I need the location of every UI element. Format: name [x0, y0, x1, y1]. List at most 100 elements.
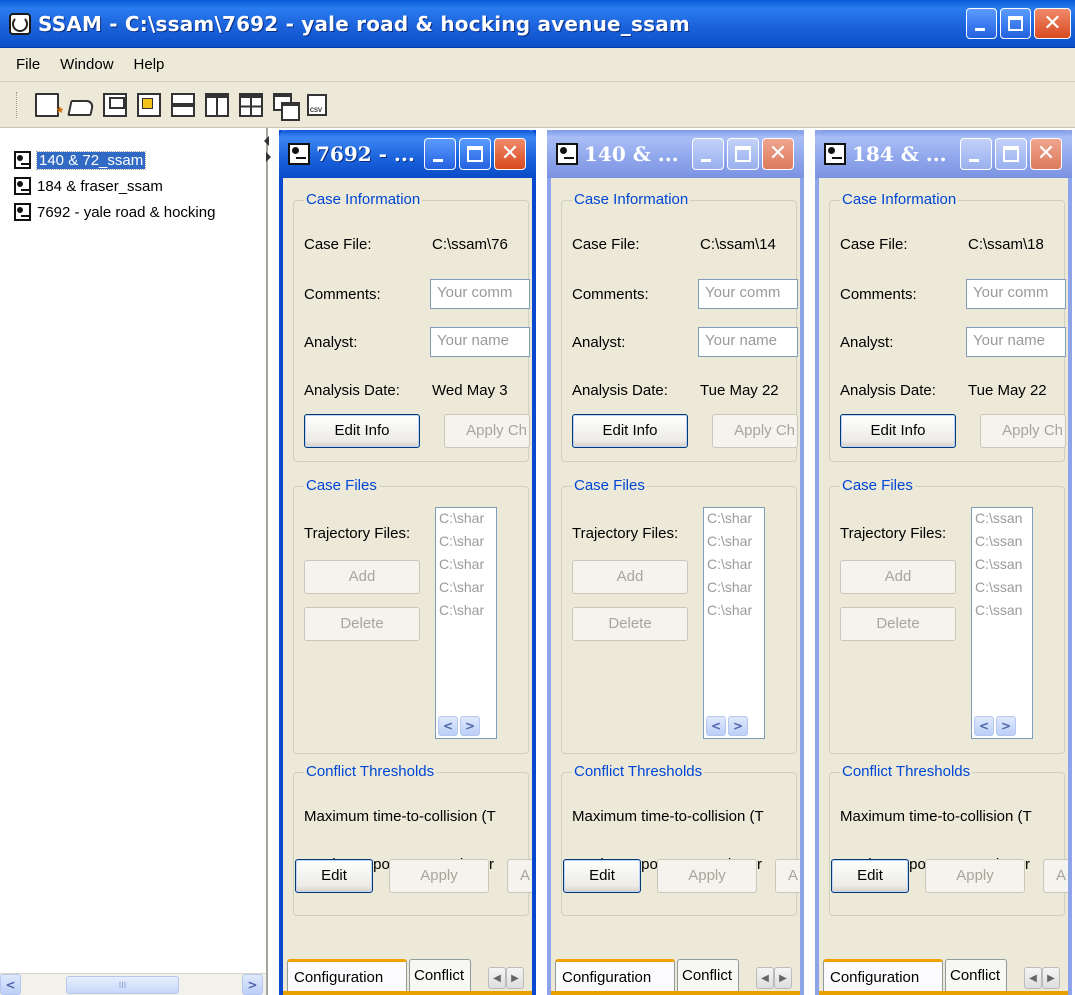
- window-minimize-button[interactable]: [692, 138, 724, 170]
- trajectory-files-list[interactable]: C:\shar C:\shar C:\shar C:\shar C:\shar …: [703, 507, 765, 739]
- list-scroll-left-button[interactable]: <: [706, 716, 726, 736]
- window-maximize-button[interactable]: [995, 138, 1027, 170]
- trajectory-file-item[interactable]: C:\ssan: [975, 533, 1022, 549]
- export-csv-icon[interactable]: [307, 93, 327, 116]
- list-horizontal-scrollbar[interactable]: < >: [436, 716, 496, 738]
- tab-scroll-left-button[interactable]: ◀: [756, 967, 774, 989]
- third-thresholds-button[interactable]: A: [775, 859, 800, 893]
- maximize-button[interactable]: [1000, 8, 1031, 39]
- menu-file[interactable]: File: [6, 56, 50, 73]
- trajectory-file-item[interactable]: C:\shar: [439, 533, 484, 549]
- case-window-184-fraser[interactable]: 184 & ... ✕ Case Information Case File: …: [815, 130, 1072, 995]
- window-minimize-button[interactable]: [424, 138, 456, 170]
- list-scroll-left-button[interactable]: <: [438, 716, 458, 736]
- delete-file-button[interactable]: Delete: [840, 607, 956, 641]
- edit-info-button[interactable]: Edit Info: [304, 414, 420, 448]
- tab-configuration[interactable]: Configuration: [555, 959, 675, 995]
- case-window-title-bar[interactable]: 184 & ... ✕: [815, 130, 1072, 178]
- case-window-icon[interactable]: [288, 143, 310, 165]
- scroll-right-button[interactable]: >: [242, 974, 263, 995]
- apply-thresholds-button[interactable]: Apply: [925, 859, 1025, 893]
- close-button[interactable]: ✕: [1034, 8, 1071, 39]
- trajectory-file-item[interactable]: C:\shar: [439, 556, 484, 572]
- analyst-input[interactable]: Your name: [430, 327, 530, 357]
- delete-file-button[interactable]: Delete: [304, 607, 420, 641]
- splitter-left-arrow[interactable]: [259, 136, 269, 146]
- edit-thresholds-button[interactable]: Edit: [295, 859, 373, 893]
- trajectory-file-item[interactable]: C:\shar: [439, 510, 484, 526]
- tree-item-140-72[interactable]: 140 & 72_ssam: [14, 148, 147, 172]
- case-window-7692[interactable]: 7692 - ... ✕ Case Information Case File:…: [279, 130, 536, 995]
- trajectory-file-item[interactable]: C:\ssan: [975, 510, 1022, 526]
- comments-input[interactable]: Your comm: [698, 279, 798, 309]
- tree-horizontal-scrollbar[interactable]: < III >: [0, 973, 266, 995]
- cascade-icon[interactable]: [273, 92, 300, 121]
- list-scroll-right-button[interactable]: >: [996, 716, 1016, 736]
- new-icon[interactable]: [35, 92, 63, 123]
- add-file-button[interactable]: Add: [840, 560, 956, 594]
- window-close-button[interactable]: ✕: [762, 138, 794, 170]
- tile-icon[interactable]: [137, 92, 161, 117]
- toolbar-grip[interactable]: [16, 91, 19, 118]
- scroll-thumb[interactable]: III: [66, 976, 179, 994]
- tab-conflicts[interactable]: Conflict: [677, 959, 739, 992]
- open-icon[interactable]: [67, 99, 95, 116]
- scroll-left-button[interactable]: <: [0, 974, 21, 995]
- window-maximize-button[interactable]: [727, 138, 759, 170]
- tab-scroll-right-button[interactable]: ▶: [506, 967, 524, 989]
- tab-configuration[interactable]: Configuration: [823, 959, 943, 995]
- edit-info-button[interactable]: Edit Info: [572, 414, 688, 448]
- list-scroll-right-button[interactable]: >: [728, 716, 748, 736]
- tree-item-184-fraser[interactable]: 184 & fraser_ssam: [14, 174, 163, 198]
- tab-scroll-right-button[interactable]: ▶: [774, 967, 792, 989]
- case-window-icon[interactable]: [824, 143, 846, 165]
- splitter-right-arrow[interactable]: [266, 152, 276, 162]
- app-title-bar[interactable]: SSAM - C:\ssam\7692 - yale road & hockin…: [0, 0, 1075, 48]
- apply-thresholds-button[interactable]: Apply: [389, 859, 489, 893]
- menu-help[interactable]: Help: [124, 56, 175, 73]
- case-window-title-bar[interactable]: 7692 - ... ✕: [279, 130, 536, 178]
- tab-scroll-left-button[interactable]: ◀: [1024, 967, 1042, 989]
- horizontal-split-icon[interactable]: [171, 92, 195, 117]
- add-file-button[interactable]: Add: [304, 560, 420, 594]
- grid-icon[interactable]: [239, 92, 263, 117]
- apply-changes-button[interactable]: Apply Ch: [712, 414, 798, 448]
- trajectory-file-item[interactable]: C:\shar: [439, 602, 484, 618]
- list-scroll-left-button[interactable]: <: [974, 716, 994, 736]
- case-tree-pane[interactable]: 140 & 72_ssam 184 & fraser_ssam 7692 - y…: [0, 128, 268, 995]
- apply-changes-button[interactable]: Apply Ch: [980, 414, 1066, 448]
- delete-file-button[interactable]: Delete: [572, 607, 688, 641]
- list-scroll-right-button[interactable]: >: [460, 716, 480, 736]
- trajectory-file-item[interactable]: C:\ssan: [975, 556, 1022, 572]
- add-file-button[interactable]: Add: [572, 560, 688, 594]
- window-close-button[interactable]: ✕: [494, 138, 526, 170]
- trajectory-file-item[interactable]: C:\shar: [707, 510, 752, 526]
- trajectory-file-item[interactable]: C:\ssan: [975, 579, 1022, 595]
- trajectory-file-item[interactable]: C:\ssan: [975, 602, 1022, 618]
- app-icon[interactable]: [9, 12, 31, 35]
- trajectory-file-item[interactable]: C:\shar: [439, 579, 484, 595]
- vertical-split-icon[interactable]: [205, 92, 229, 117]
- list-horizontal-scrollbar[interactable]: < >: [704, 716, 764, 738]
- tab-scroll-left-button[interactable]: ◀: [488, 967, 506, 989]
- trajectory-files-list[interactable]: C:\ssan C:\ssan C:\ssan C:\ssan C:\ssan …: [971, 507, 1033, 739]
- apply-changes-button[interactable]: Apply Ch: [444, 414, 530, 448]
- menu-window[interactable]: Window: [50, 56, 123, 73]
- trajectory-file-item[interactable]: C:\shar: [707, 533, 752, 549]
- trajectory-file-item[interactable]: C:\shar: [707, 556, 752, 572]
- list-horizontal-scrollbar[interactable]: < >: [972, 716, 1032, 738]
- tab-scroll-right-button[interactable]: ▶: [1042, 967, 1060, 989]
- trajectory-file-item[interactable]: C:\shar: [707, 602, 752, 618]
- tab-conflicts[interactable]: Conflict: [945, 959, 1007, 992]
- window-close-button[interactable]: ✕: [1030, 138, 1062, 170]
- edit-thresholds-button[interactable]: Edit: [831, 859, 909, 893]
- comments-input[interactable]: Your comm: [966, 279, 1066, 309]
- edit-thresholds-button[interactable]: Edit: [563, 859, 641, 893]
- case-window-140-72[interactable]: 140 & ... ✕ Case Information Case File: …: [547, 130, 804, 995]
- trajectory-file-item[interactable]: C:\shar: [707, 579, 752, 595]
- analyst-input[interactable]: Your name: [698, 327, 798, 357]
- comments-input[interactable]: Your comm: [430, 279, 530, 309]
- case-window-title-bar[interactable]: 140 & ... ✕: [547, 130, 804, 178]
- minimize-button[interactable]: [966, 8, 997, 39]
- tab-conflicts[interactable]: Conflict: [409, 959, 471, 992]
